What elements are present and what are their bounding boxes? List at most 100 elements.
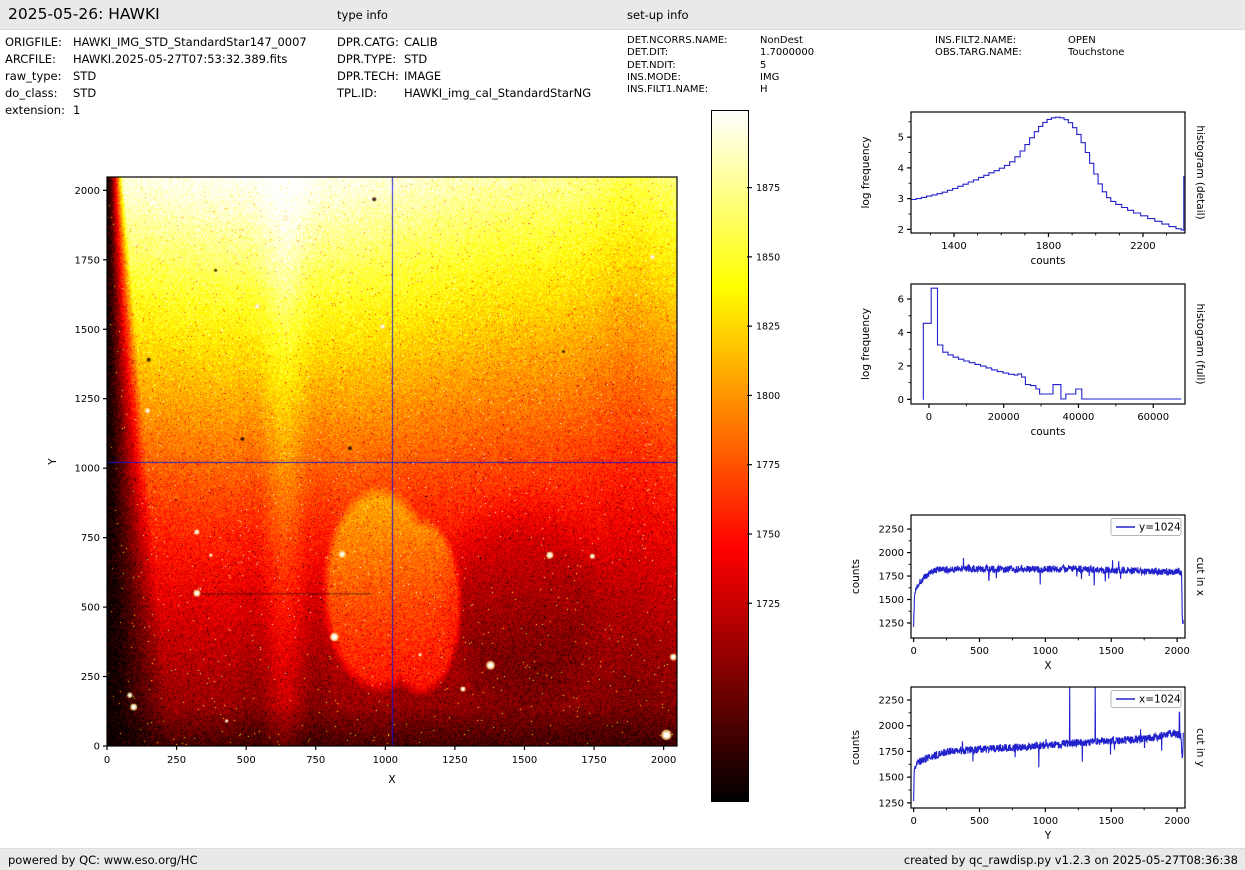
cut_y-x-tick-label: 2000 <box>1164 816 1189 827</box>
main-x-tick-label: 0 <box>104 755 110 766</box>
header-bar: 2025-05-26: HAWKI type info set-up info <box>0 0 1245 30</box>
hist_full-x-tick-label: 40000 <box>1063 412 1095 423</box>
cut_x-y-tick-label: 2000 <box>879 548 904 559</box>
hist_full-y-tick-label: 4 <box>898 328 904 339</box>
colorbar-tick-label: 1725 <box>756 599 780 610</box>
main-y-tick-label: 2000 <box>75 186 100 197</box>
cut_y-right-title: cut in y <box>1194 728 1206 767</box>
cut_x-y-tick-label: 1500 <box>879 595 904 606</box>
cut_x-y-tick-label: 2250 <box>879 525 904 536</box>
colorbar-tick-label: 1750 <box>756 529 780 540</box>
cut_y-x-tick-label: 1500 <box>1099 816 1124 827</box>
main-x-tick-label: 1500 <box>512 755 537 766</box>
cut_y-legend-label: x=1024 <box>1139 694 1181 706</box>
meta-label: raw_type: <box>5 69 62 83</box>
hist_full-y-tick-label: 0 <box>898 395 904 406</box>
hist_full-right-title: histogram (full) <box>1194 304 1206 385</box>
main-y-axis-label: Y <box>47 458 59 466</box>
cut_x-x-tick-label: 1500 <box>1099 646 1124 657</box>
meta-label: ORIGFILE: <box>5 35 62 49</box>
hist_detail-x-tick-label: 1800 <box>1036 241 1061 252</box>
page-title: 2025-05-26: HAWKI <box>8 5 160 23</box>
hist_full-x-tick-label: 20000 <box>988 412 1020 423</box>
meta-label: INS.FILT2.NAME: <box>935 35 1017 46</box>
meta-label: OBS.TARG.NAME: <box>935 47 1022 59</box>
meta-value: CALIB <box>404 35 438 49</box>
main-x-tick-label: 1000 <box>373 755 398 766</box>
hist_detail-y-tick-label: 2 <box>898 225 904 236</box>
main-x-tick-label: 250 <box>167 755 186 766</box>
cut_x-y-tick-label: 1750 <box>879 572 904 583</box>
cut_y-data-line <box>913 687 1184 802</box>
meta-value: H <box>760 84 768 96</box>
cut_y-legend-box <box>1110 690 1182 708</box>
meta-value: IMAGE <box>404 69 442 83</box>
meta-value: STD <box>404 52 428 66</box>
detector-image <box>107 177 677 746</box>
hist_full-axes-frame <box>910 283 1186 405</box>
main-x-tick-label: 1250 <box>442 755 467 766</box>
colorbar-tick-label: 1850 <box>756 252 780 263</box>
meta-label: INS.MODE: <box>627 71 681 83</box>
footer-right-text: created by qc_rawdisp.py v1.2.3 on 2025-… <box>903 853 1238 867</box>
colorbar-tick-label: 1775 <box>756 460 780 471</box>
cut_x-data-line <box>913 557 1184 628</box>
hist_detail-x-tick-label: 1400 <box>941 241 966 252</box>
cut_x-right-title: cut in x <box>1194 557 1206 596</box>
cut_x-x-tick-label: 1000 <box>1033 646 1058 657</box>
meta-value: HAWKI.2025-05-27T07:53:32.389.fits <box>73 52 288 66</box>
hist_detail-axes-frame <box>910 111 1186 234</box>
meta-label: DPR.TECH: <box>337 69 399 83</box>
hist_detail-data-line <box>911 116 1185 231</box>
footer-left-text: powered by QC: www.eso.org/HC <box>8 853 198 867</box>
hist_detail-y-tick-label: 3 <box>898 194 904 205</box>
hist_full-data-line <box>922 287 1182 400</box>
cut_x-y-tick-label: 1250 <box>879 618 904 629</box>
hist_detail-y-axis-label: log frequency <box>860 136 872 208</box>
main-y-tick-label: 250 <box>81 672 100 683</box>
cut_y-x-tick-label: 500 <box>970 816 989 827</box>
meta-value: OPEN <box>1068 35 1096 46</box>
meta-value: HAWKI_IMG_STD_StandardStar147_0007 <box>73 35 307 49</box>
hist_full-y-tick-label: 2 <box>898 361 904 372</box>
cut_x-x-axis-label: X <box>1044 660 1051 672</box>
meta-value: HAWKI_img_cal_StandardStarNG <box>404 86 592 100</box>
cut_x-x-tick-label: 2000 <box>1164 646 1189 657</box>
main-x-tick-label: 1750 <box>581 755 606 766</box>
main-x-tick-label: 2000 <box>651 755 676 766</box>
footer-bar: powered by QC: www.eso.org/HC created by… <box>0 848 1245 870</box>
type-info-heading: type info <box>337 8 388 22</box>
cut_x-y-axis-label: counts <box>850 559 862 594</box>
cut_y-x-tick-label: 1000 <box>1033 816 1058 827</box>
main-y-tick-label: 1000 <box>75 464 100 475</box>
meta-value: 1 <box>73 103 81 117</box>
meta-label: TPL.ID: <box>337 86 378 100</box>
main-y-tick-label: 1500 <box>75 325 100 336</box>
plot-hist_full: 0 20000 40000 60000 0 2 4 6 counts log frequency h… <box>860 283 1206 438</box>
cut_x-legend-box <box>1110 518 1182 536</box>
cut_y-y-tick-label: 1250 <box>879 798 904 809</box>
plot-cut_y: 0 500 1000 1500 2000 1250 1500 1750 2000 2250 Ycou… <box>850 686 1206 842</box>
meta-label: DET.NCORRS.NAME: <box>627 35 728 46</box>
cut_x-axes-frame <box>910 514 1186 639</box>
hist_full-y-axis-label: log frequency <box>860 308 872 380</box>
cut_y-x-tick-label: 0 <box>910 816 916 827</box>
cut_x-x-tick-label: 0 <box>910 646 916 657</box>
qc-rawdisp-page: 2025-05-26: HAWKI type info set-up info … <box>0 0 1245 870</box>
meta-value: 5 <box>760 59 767 71</box>
cut_y-y-axis-label: counts <box>850 730 862 765</box>
main-x-tick-label: 750 <box>306 755 325 766</box>
main-x-axis-label: X <box>388 774 395 786</box>
meta-label: do_class: <box>5 86 58 100</box>
meta-value: 1.7000000 <box>760 47 815 59</box>
meta-label: DET.NDIT: <box>627 59 676 71</box>
setup-info-heading: set-up info <box>627 8 689 22</box>
hist_full-y-tick-label: 6 <box>898 295 904 306</box>
colorbar-ticks: 1875 1850 1825 1800 1775 1750 1725 <box>747 183 780 610</box>
meta-label: ARCFILE: <box>5 52 56 66</box>
cut_y-x-axis-label: Y <box>1044 830 1052 842</box>
main-y-tick-label: 1750 <box>75 255 100 266</box>
cut_y-axes-frame <box>910 686 1186 809</box>
plot-hist_detail: 1400 1800 2200 2 3 4 5 counts log frequency histo… <box>860 111 1206 267</box>
cut_y-y-tick-label: 1750 <box>879 747 904 758</box>
